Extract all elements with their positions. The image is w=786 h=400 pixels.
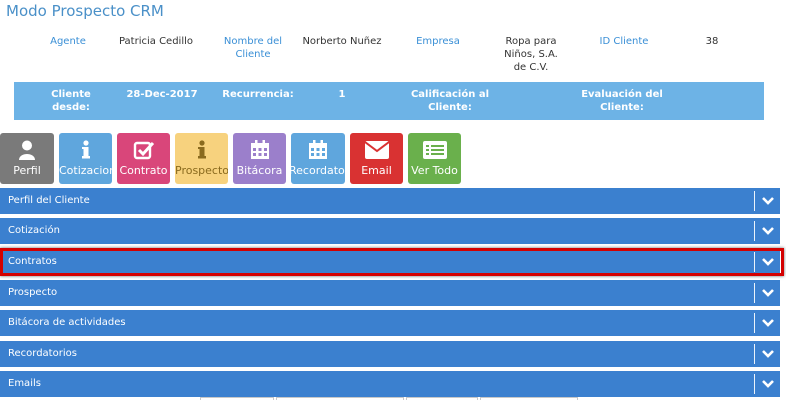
email-button[interactable]: Email: [350, 133, 403, 184]
section-bitacora-de-actividades[interactable]: Bitácora de actividades: [0, 310, 780, 336]
recurrence-label: Recurrencia:: [222, 89, 294, 100]
agent-value: Patricia Cedillo: [118, 36, 194, 47]
client-name-label: Nombre del Cliente: [223, 36, 283, 60]
email-label: Email: [361, 164, 392, 177]
section-label: Bitácora de actividades: [8, 317, 126, 328]
section-label: Cotización: [8, 225, 60, 236]
divider: [754, 313, 755, 333]
company-label: Empresa: [416, 36, 460, 47]
agent-label: Agente: [50, 36, 86, 47]
cotizacion-button[interactable]: Cotizacion: [59, 133, 112, 184]
prospecto-label: Prospecto: [175, 164, 228, 177]
contrato-button[interactable]: Contrato: [117, 133, 170, 184]
user-icon: [0, 139, 54, 161]
list-icon: [408, 139, 461, 161]
chevron-down-icon[interactable]: [760, 346, 776, 362]
chevron-down-icon[interactable]: [760, 285, 776, 301]
section-emails[interactable]: Emails: [0, 371, 780, 397]
calendar-icon: [233, 139, 286, 161]
ver-todo-label: Ver Todo: [411, 164, 458, 177]
envelope-icon: [350, 139, 403, 161]
section-recordatorios[interactable]: Recordatorios: [0, 341, 780, 367]
client-since-value: 28-Dec-2017: [126, 89, 198, 100]
client-rating-label: Calificación al Cliente:: [410, 89, 490, 113]
page-title: Modo Prospecto CRM: [6, 2, 164, 20]
chevron-down-icon[interactable]: [760, 315, 776, 331]
section-label: Prospecto: [8, 287, 58, 298]
recordatorios-label: Recordatorios: [291, 164, 345, 177]
section-cotizacion[interactable]: Cotización: [0, 218, 780, 244]
contrato-label: Contrato: [119, 164, 168, 177]
chevron-down-icon[interactable]: [760, 376, 776, 392]
client-id-label: ID Cliente: [599, 36, 649, 47]
info-icon: [59, 139, 112, 161]
client-evaluation-label: Evaluación del Cliente:: [581, 89, 663, 113]
divider: [754, 283, 755, 303]
cotizacion-label: Cotizacion: [59, 164, 112, 177]
bitacora-label: Bitácora: [236, 164, 283, 177]
recordatorios-button[interactable]: Recordatorios: [291, 133, 345, 184]
chevron-down-icon[interactable]: [760, 223, 776, 239]
prospecto-button[interactable]: Prospecto: [175, 133, 228, 184]
perfil-button[interactable]: Perfil: [0, 133, 54, 184]
client-summary-bar: Cliente desde: 28-Dec-2017 Recurrencia: …: [14, 82, 764, 120]
calendar-icon: [291, 139, 345, 161]
divider: [754, 191, 755, 211]
divider: [754, 221, 755, 241]
client-id-value: 38: [705, 36, 719, 47]
highlight-box: [0, 248, 784, 276]
section-prospecto[interactable]: Prospecto: [0, 280, 780, 306]
bitacora-button[interactable]: Bitácora: [233, 133, 286, 184]
divider: [754, 344, 755, 364]
recurrence-value: 1: [338, 89, 346, 100]
chevron-down-icon[interactable]: [760, 193, 776, 209]
perfil-label: Perfil: [13, 164, 41, 177]
client-since-label: Cliente desde:: [51, 89, 91, 113]
section-perfil-del-cliente[interactable]: Perfil del Cliente: [0, 188, 780, 214]
checkbox-icon: [117, 139, 170, 161]
section-label: Emails: [8, 378, 41, 389]
ver-todo-button[interactable]: Ver Todo: [408, 133, 461, 184]
divider: [754, 374, 755, 394]
section-label: Perfil del Cliente: [8, 195, 90, 206]
section-label: Recordatorios: [8, 348, 77, 359]
client-name-value: Norberto Nuñez: [302, 36, 382, 47]
company-value: Ropa para Niños, S.A. de C.V.: [504, 36, 558, 73]
info-icon: [175, 139, 228, 161]
